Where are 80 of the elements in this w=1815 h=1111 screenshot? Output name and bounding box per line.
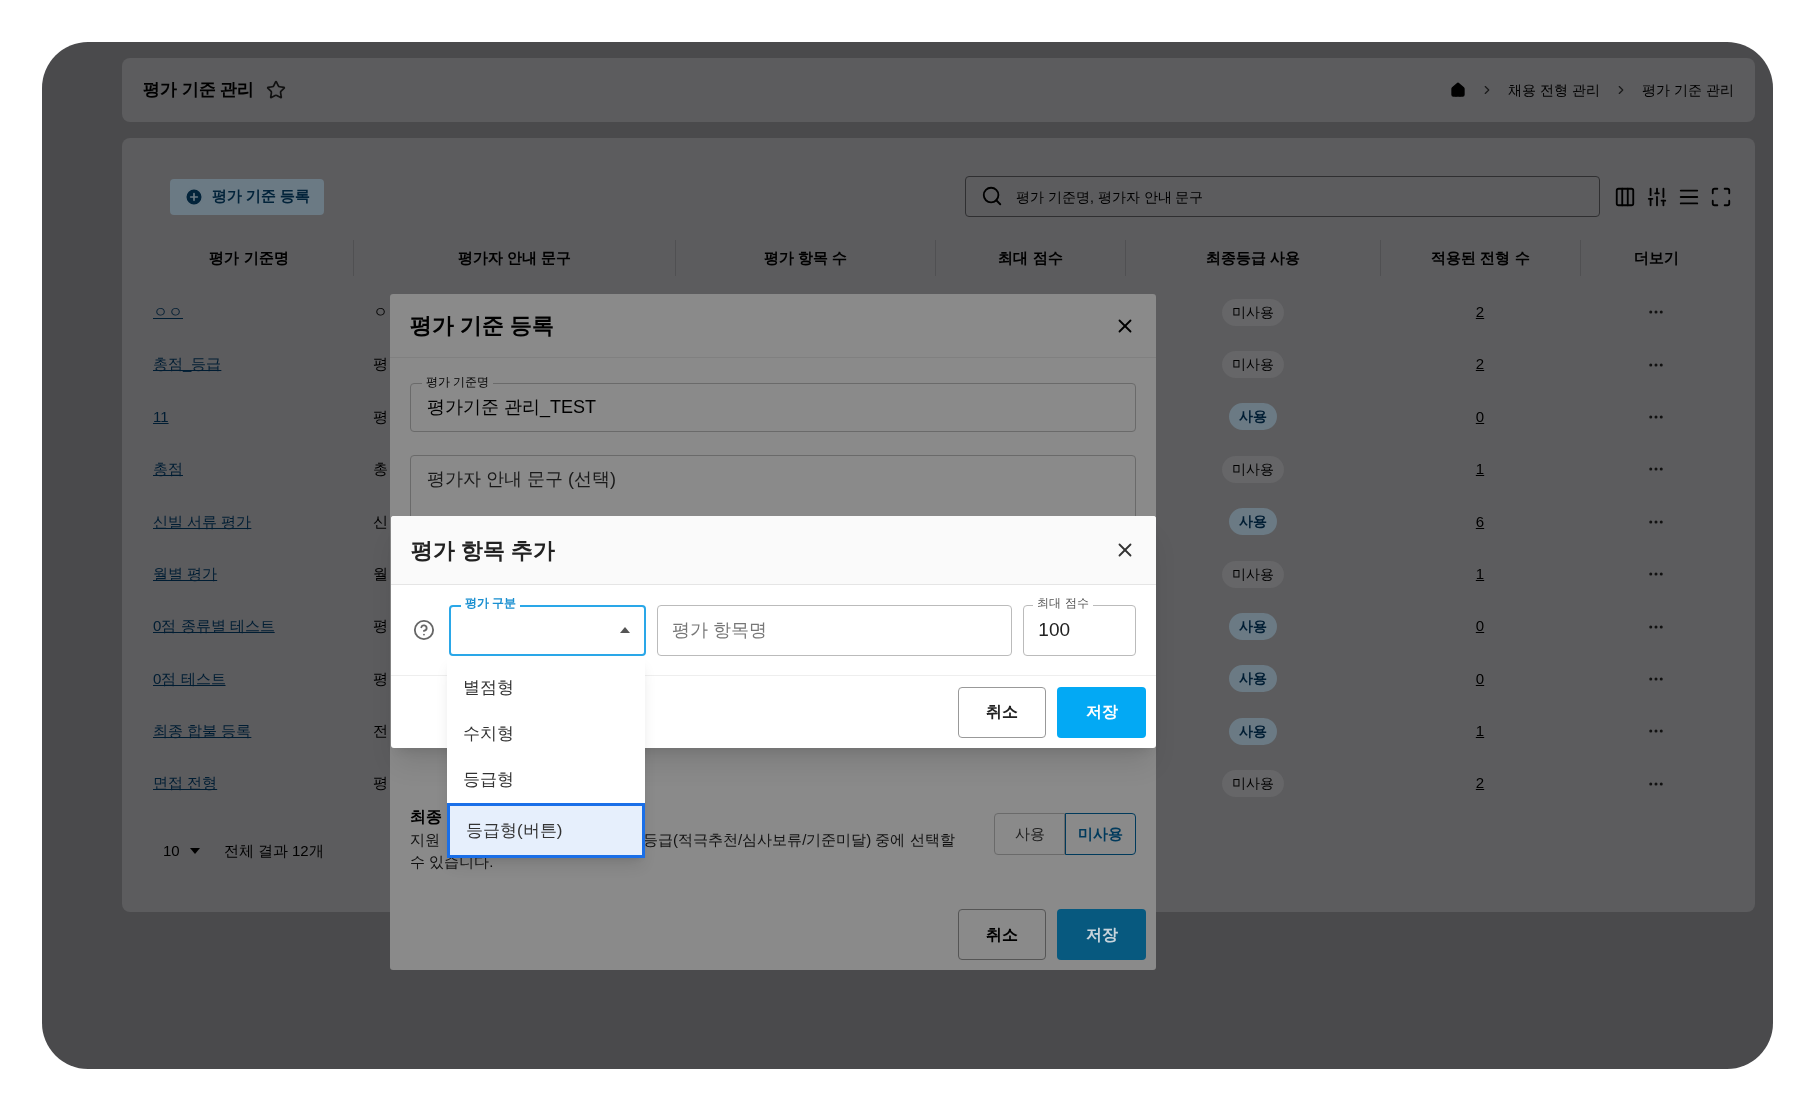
column-header: 적용된 전형 수	[1431, 247, 1530, 268]
breadcrumb-link[interactable]: 평가 기준 관리	[1642, 79, 1734, 101]
dropdown-option[interactable]: 등급형	[447, 757, 645, 803]
register-button[interactable]: 평가 기준 등록	[170, 178, 325, 215]
table-cell: 평	[373, 617, 388, 635]
status-badge: 미사용	[1221, 351, 1284, 379]
criteria-name-link[interactable]: 면접 전형	[153, 774, 218, 792]
save-button[interactable]: 저장	[1057, 909, 1146, 960]
count-link[interactable]: 1	[1475, 720, 1485, 743]
dropdown-option[interactable]: 등급형(버튼)	[447, 803, 645, 858]
fullscreen-icon[interactable]	[1710, 185, 1732, 208]
column-header: 평가 항목 수	[763, 247, 848, 268]
criteria-name-link[interactable]: ㅇㅇ	[153, 302, 183, 320]
criteria-name-link[interactable]: 0점 테스트	[153, 669, 226, 687]
criteria-name-link[interactable]: 최종 합불 등록	[153, 722, 252, 740]
search-icon	[981, 185, 1003, 207]
table-cell: 전	[373, 722, 388, 740]
breadcrumb-link[interactable]: 채용 전형 관리	[1508, 79, 1601, 101]
status-badge: 사용	[1228, 665, 1277, 693]
search-field[interactable]: 평가 기준명, 평가자 안내 문구	[965, 176, 1600, 217]
column-header: 평가 기준명	[209, 247, 289, 268]
count-link[interactable]: 2	[1475, 353, 1485, 376]
status-badge: 미사용	[1221, 770, 1284, 798]
count-link[interactable]: 1	[1475, 458, 1485, 481]
dialog-title: 평가 기준 등록	[410, 312, 555, 340]
criteria-name-link[interactable]: 0점 종류별 테스트	[153, 617, 275, 635]
filter-icon[interactable]	[1646, 185, 1668, 208]
cancel-button[interactable]: 취소	[958, 909, 1046, 960]
status-badge: 미사용	[1221, 560, 1284, 588]
star-icon[interactable]	[266, 80, 287, 100]
status-badge: 사용	[1228, 403, 1277, 431]
caret-icon	[189, 847, 200, 854]
page-size-select[interactable]: 10	[163, 839, 200, 863]
column-header: 최종등급 사용	[1205, 247, 1301, 268]
help-icon[interactable]	[413, 619, 435, 641]
cancel-button[interactable]: 취소	[958, 686, 1046, 738]
criteria-name-link[interactable]: 11	[153, 407, 169, 425]
status-badge: 사용	[1228, 717, 1277, 745]
table-cell: 평	[373, 407, 388, 425]
count-link[interactable]: 1	[1475, 562, 1485, 586]
table-cell: 신	[373, 512, 388, 530]
count-link[interactable]: 6	[1475, 510, 1485, 533]
columns-icon[interactable]	[1614, 185, 1636, 208]
description-text: 지원	[410, 830, 440, 850]
home-icon[interactable]	[1450, 82, 1467, 98]
dialog-title: 평가 항목 추가	[411, 536, 556, 565]
section-heading: 최종	[410, 807, 443, 827]
criteria-name-link[interactable]: 총점	[153, 460, 183, 478]
description-text: 등급(적극추천/심사보류/기준미달) 중에 선택할	[643, 830, 955, 850]
table-cell: ㅇ	[373, 302, 388, 320]
criteria-name-link[interactable]: 신빌 서류 평가	[153, 512, 252, 530]
table-cell: 평	[373, 669, 388, 687]
dropdown-option[interactable]: 별점형	[447, 665, 645, 711]
toggle-option[interactable]: 미사용	[1065, 813, 1136, 855]
table-cell: 총	[373, 460, 388, 478]
column-header: 평가자 안내 문구	[457, 247, 572, 268]
criteria-name-link[interactable]: 월별 평가	[153, 564, 218, 582]
table-cell: 월	[373, 564, 388, 582]
status-badge: 미사용	[1221, 298, 1284, 326]
plus-circle-icon	[184, 186, 204, 207]
status-badge: 사용	[1228, 508, 1277, 536]
column-header: 더보기	[1634, 247, 1679, 268]
count-link[interactable]: 0	[1475, 615, 1485, 638]
table-cell: 평	[373, 355, 388, 373]
count-link[interactable]: 2	[1475, 772, 1485, 795]
count-link[interactable]: 0	[1475, 667, 1485, 691]
save-button[interactable]: 저장	[1057, 686, 1146, 738]
criteria-name-link[interactable]: 총점_등급	[153, 355, 222, 373]
dropdown-option[interactable]: 수치형	[447, 711, 645, 757]
total-count: 전체 결과 12개	[223, 840, 324, 861]
page-title: 평가 기준 관리	[143, 79, 255, 102]
toggle-option[interactable]: 사용	[994, 813, 1065, 855]
column-header: 최대 점수	[998, 247, 1063, 268]
count-link[interactable]: 0	[1475, 405, 1485, 429]
count-link[interactable]: 2	[1475, 300, 1485, 324]
table-cell: 평	[373, 774, 388, 792]
status-badge: 사용	[1228, 613, 1277, 641]
caret-icon	[620, 627, 631, 633]
status-badge: 미사용	[1221, 455, 1284, 483]
item-name-field[interactable]: 평가 항목명	[657, 604, 1013, 656]
